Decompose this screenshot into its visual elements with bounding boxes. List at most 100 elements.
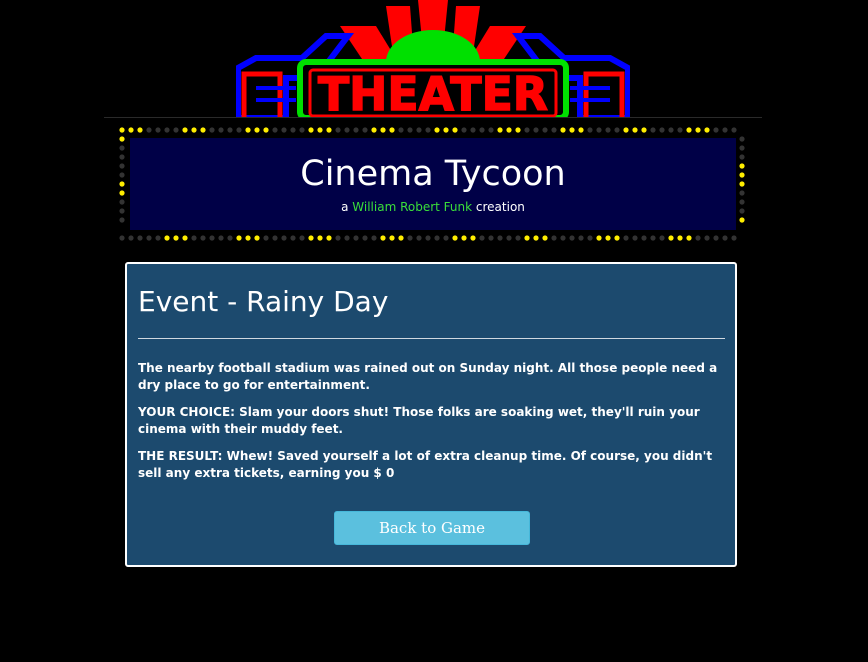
marquee-bulb	[704, 235, 710, 241]
marquee-bulb	[515, 127, 521, 133]
author-name: William Robert Funk	[352, 200, 473, 214]
marquee-bulb	[668, 235, 674, 241]
logo-right-wing-red	[583, 71, 625, 118]
marquee-bulb	[641, 127, 647, 133]
marquee-bulb	[443, 127, 449, 133]
marquee-bulb	[416, 235, 422, 241]
marquee-bulb	[524, 127, 530, 133]
marquee-bulb	[191, 127, 197, 133]
marquee-bulb	[119, 235, 125, 241]
marquee-bulb	[479, 235, 485, 241]
marquee-bulb	[299, 235, 305, 241]
marquee-bulb	[587, 127, 593, 133]
marquee-bulb	[137, 235, 143, 241]
marquee-bulb	[668, 127, 674, 133]
marquee-bulb	[452, 127, 458, 133]
marquee-bulb	[254, 235, 260, 241]
marquee-bulb	[488, 235, 494, 241]
marquee-bulb	[695, 127, 701, 133]
marquee-bulb	[272, 127, 278, 133]
marquee-bulb	[713, 235, 719, 241]
marquee-bulb	[119, 136, 125, 142]
marquee-bulb	[353, 127, 359, 133]
marquee-bulb	[470, 235, 476, 241]
marquee-bulb	[119, 190, 125, 196]
marquee-bulb	[587, 235, 593, 241]
logo-left-wing-red	[241, 71, 283, 118]
marquee-bulb	[739, 181, 745, 187]
marquee-bulb	[731, 127, 737, 133]
marquee-bulb	[317, 235, 323, 241]
marquee-bulb	[299, 127, 305, 133]
logo-sign-text: THEATER	[318, 67, 548, 118]
marquee-bulb	[317, 127, 323, 133]
marquee-bulb	[739, 208, 745, 214]
marquee-bulb	[119, 217, 125, 223]
back-to-game-button[interactable]: Back to Game	[334, 511, 530, 545]
event-description: The nearby football stadium was rained o…	[138, 361, 718, 392]
marquee-bulb	[398, 127, 404, 133]
event-choice: YOUR CHOICE: Slam your doors shut! Those…	[138, 405, 700, 436]
marquee-bulb	[128, 235, 134, 241]
marquee-bulb	[605, 127, 611, 133]
marquee-bulb	[596, 127, 602, 133]
marquee-bulb	[659, 127, 665, 133]
marquee-bulb	[623, 127, 629, 133]
marquee-bulb	[731, 235, 737, 241]
marquee-bulb	[551, 235, 557, 241]
marquee-bulb	[335, 235, 341, 241]
marquee-bulb	[632, 235, 638, 241]
marquee-bulb	[596, 235, 602, 241]
byline-suffix: creation	[475, 200, 525, 214]
marquee-bulb	[569, 127, 575, 133]
marquee-bulb	[290, 235, 296, 241]
marquee-bulb	[614, 235, 620, 241]
marquee-bulb	[686, 127, 692, 133]
marquee-bulb	[191, 235, 197, 241]
marquee-bulb	[497, 235, 503, 241]
marquee-bulb	[380, 235, 386, 241]
marquee-bulb	[119, 163, 125, 169]
marquee-bulb	[371, 235, 377, 241]
marquee-bulb	[722, 127, 728, 133]
marquee-bulb	[263, 235, 269, 241]
marquee-bulb	[641, 235, 647, 241]
marquee-bulb	[209, 127, 215, 133]
marquee-bulb	[227, 127, 233, 133]
marquee-bulb	[739, 217, 745, 223]
marquee-bulb	[739, 136, 745, 142]
marquee-bulb	[119, 145, 125, 151]
marquee-bulb	[722, 235, 728, 241]
marquee-bulb	[236, 235, 242, 241]
marquee-bulb	[200, 235, 206, 241]
marquee-bulb	[119, 172, 125, 178]
marquee-bulb	[677, 127, 683, 133]
marquee-bulb	[119, 208, 125, 214]
marquee-bulb	[173, 235, 179, 241]
marquee-panel: Cinema Tycoon a William Robert Funk crea…	[130, 138, 736, 230]
event-dialog: Event - Rainy Day The nearby football st…	[125, 262, 737, 567]
marquee-bulb	[272, 235, 278, 241]
marquee-bulb	[416, 127, 422, 133]
marquee-bulb	[488, 127, 494, 133]
theater-logo: THEATER	[236, 0, 630, 118]
marquee-bulb	[542, 127, 548, 133]
marquee-bulb	[560, 235, 566, 241]
marquee-bulb	[290, 127, 296, 133]
marquee-bulb	[650, 235, 656, 241]
marquee-bulb	[119, 127, 125, 133]
marquee-bulb	[155, 235, 161, 241]
marquee-bulb	[533, 127, 539, 133]
marquee-bulb	[739, 199, 745, 205]
marquee-bulb	[146, 235, 152, 241]
marquee-bulb	[739, 154, 745, 160]
marquee-bulb	[389, 127, 395, 133]
marquee-bulb	[281, 235, 287, 241]
marquee-bulb	[425, 235, 431, 241]
marquee-bulb	[677, 235, 683, 241]
marquee-bulb	[398, 235, 404, 241]
marquee-bulb	[389, 235, 395, 241]
game-screen: THEATER Cinema Tycoon a William Robert F…	[0, 0, 868, 662]
marquee-bulb	[560, 127, 566, 133]
marquee-bulb	[200, 127, 206, 133]
